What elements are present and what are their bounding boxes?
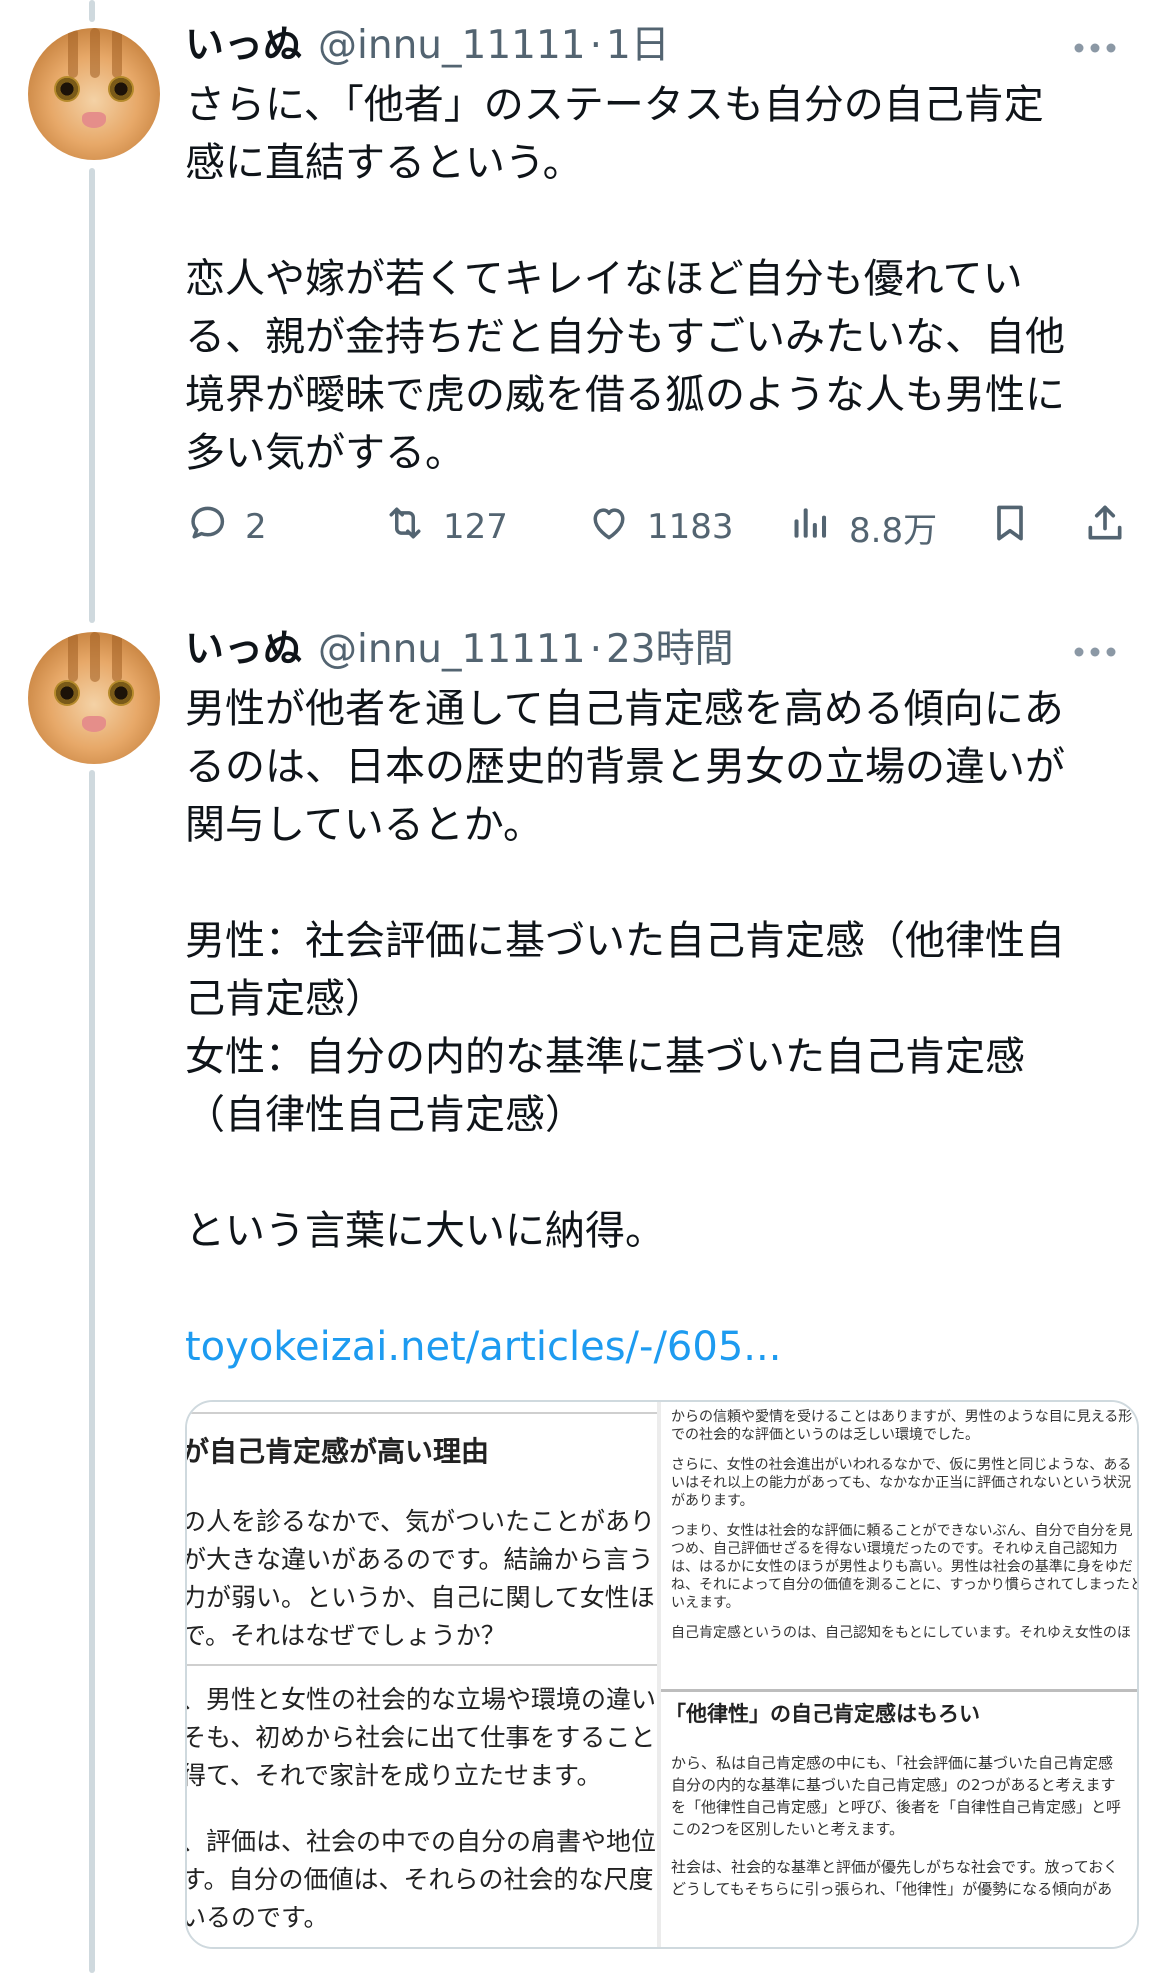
tweet-text: さらに、「他者」のステータスも自分の自己肯定 感に直結するという。 恋人や嫁が若… bbox=[185, 82, 1065, 476]
timestamp[interactable]: 23時間 bbox=[606, 622, 734, 678]
reply-icon bbox=[185, 501, 229, 554]
link-preview-card[interactable]: が自己肯定感が高い理由 の人を診るなかで、気がついたことがあります が大きな違い… bbox=[185, 1400, 1139, 1949]
retweet-count: 127 bbox=[443, 507, 508, 547]
article-image-right: からの信頼や愛情を受けることはありますが、男性のような目に見える形 での社会的な… bbox=[661, 1402, 1137, 1947]
like-button[interactable]: 1183 bbox=[587, 497, 734, 557]
article-line: からの信頼や愛情を受けることはありますが、男性のような目に見える形 bbox=[671, 1409, 1133, 1425]
like-count: 1183 bbox=[647, 507, 734, 547]
more-icon[interactable] bbox=[1065, 622, 1125, 678]
bookmark-button[interactable] bbox=[988, 497, 1032, 557]
article-line: いはそれ以上の能力があっても、なかなか正当に評価されないという状況 bbox=[671, 1475, 1132, 1491]
article-line: 、評価は、社会の中での自分の肩書や地位 bbox=[185, 1827, 657, 1856]
article-line: この2つを区別したいと考えます。 bbox=[671, 1820, 905, 1838]
share-button[interactable] bbox=[1083, 497, 1127, 557]
section-rule bbox=[661, 1689, 1137, 1692]
article-heading: が自己肯定感が高い理由 bbox=[185, 1435, 490, 1468]
article-line: つめ、自己評価せざるを得ない環境だったのです。それゆえ自己認知力 bbox=[671, 1541, 1118, 1557]
article-link[interactable]: toyokeizai.net/articles/-/605... bbox=[185, 1318, 1135, 1376]
article-line: さらに、女性の社会進出がいわれるなかで、仮に男性と同じような、ある bbox=[671, 1457, 1132, 1473]
article-line: す。自分の価値は、それらの社会的な尺度 bbox=[185, 1865, 654, 1894]
article-line: 社会は、社会的な基準と評価が優先しがちな社会です。放っておく bbox=[671, 1858, 1119, 1876]
tweet: いっぬ @innu_11111 · 1日 さらに、「他者」のステータスも自分の自… bbox=[185, 18, 1135, 482]
tweet-actions: 2 127 1183 8.8万 bbox=[185, 497, 1135, 557]
article-line: から、私は自己肯定感の中にも、「社会評価に基づいた自己肯定感 bbox=[671, 1754, 1114, 1772]
article-line: を「他律性自己肯定感」と呼び、後者を「自律性自己肯定感」と呼 bbox=[671, 1798, 1122, 1816]
article-line: どうしてもそちらに引っ張られ、「他律性」が優勢になる傾向があ bbox=[671, 1880, 1113, 1898]
reply-button[interactable]: 2 bbox=[185, 497, 267, 557]
thread-line bbox=[89, 168, 95, 623]
article-line: 自己肯定感というのは、自己認知をもとにしています。それゆえ女性のほ bbox=[671, 1625, 1131, 1641]
display-name[interactable]: いっぬ bbox=[185, 18, 302, 74]
tweet-header: いっぬ @innu_11111 · 23時間 bbox=[185, 622, 1135, 678]
heart-icon bbox=[587, 501, 631, 554]
separator: · bbox=[589, 627, 602, 672]
user-handle[interactable]: @innu_11111 bbox=[318, 18, 586, 74]
views-button[interactable]: 8.8万 bbox=[789, 497, 937, 557]
timestamp[interactable]: 1日 bbox=[606, 18, 670, 74]
article-line: での社会的な評価というのは乏しい環境でした。 bbox=[671, 1427, 979, 1443]
article-line: いえます。 bbox=[671, 1595, 740, 1611]
bookmark-icon bbox=[988, 501, 1032, 554]
article-subheading: 「他律性」の自己肯定感はもろい bbox=[665, 1702, 980, 1726]
article-line: 、男性と女性の社会的な立場や環境の違いが bbox=[185, 1685, 682, 1714]
article-line: つまり、女性は社会的な評価に頼ることができないぶん、自分で自分を見 bbox=[671, 1523, 1133, 1539]
user-handle[interactable]: @innu_11111 bbox=[318, 622, 586, 678]
retweet-button[interactable]: 127 bbox=[383, 497, 508, 557]
avatar[interactable] bbox=[28, 632, 160, 764]
article-line: そも、初めから社会に出て仕事をすること bbox=[185, 1723, 656, 1752]
views-count: 8.8万 bbox=[849, 510, 938, 551]
article-line: は、はるかに女性のほうが男性よりも高い。男性は社会の基準に身をゆだ bbox=[671, 1559, 1133, 1575]
article-line: が大きな違いがあるのです。結論から言うと bbox=[185, 1545, 679, 1574]
article-line: の人を診るなかで、気がついたことがあります bbox=[185, 1507, 706, 1536]
article-line: 得て、それで家計を成り立たせます。 bbox=[185, 1761, 602, 1790]
article-line: 力が弱い。というか、自己に関して女性ほど bbox=[185, 1583, 680, 1612]
tweet: いっぬ @innu_11111 · 23時間 男性が他者を通して自己肯定感を高め… bbox=[185, 622, 1135, 1376]
article-line: 自分の内的な基準に基づいた自己肯定感」の2つがあると考えます bbox=[671, 1776, 1116, 1794]
share-icon bbox=[1083, 501, 1127, 554]
article-line: があります。 bbox=[671, 1493, 754, 1509]
article-line: いるのです。 bbox=[185, 1903, 329, 1932]
reply-count: 2 bbox=[245, 507, 267, 547]
thread-line bbox=[89, 0, 95, 22]
avatar[interactable] bbox=[28, 28, 160, 160]
article-image-left: が自己肯定感が高い理由 の人を診るなかで、気がついたことがあります が大きな違い… bbox=[185, 1402, 705, 1947]
separator: · bbox=[589, 23, 602, 68]
more-icon[interactable] bbox=[1065, 18, 1125, 74]
article-line: ね、それによって自分の価値を測ることに、すっかり慣らされてしまったと bbox=[671, 1577, 1139, 1593]
tweet-header: いっぬ @innu_11111 · 1日 bbox=[185, 18, 1135, 74]
retweet-icon bbox=[383, 501, 427, 554]
views-icon bbox=[789, 501, 833, 554]
display-name[interactable]: いっぬ bbox=[185, 622, 302, 678]
tweet-text: 男性が他者を通して自己肯定感を高める傾向にあ るのは、日本の歴史的背景と男女の立… bbox=[185, 686, 1065, 1254]
thread-line bbox=[89, 770, 95, 1973]
article-line: で。それはなぜでしょうか？ bbox=[185, 1621, 506, 1650]
